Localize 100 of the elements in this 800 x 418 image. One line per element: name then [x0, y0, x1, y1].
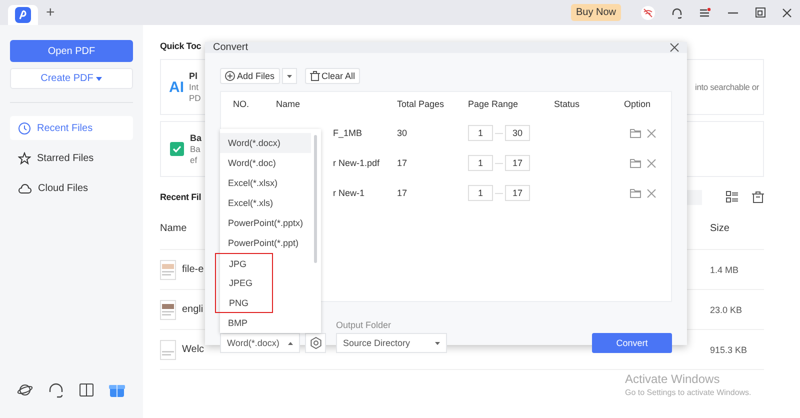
output-format-select[interactable]: Word(*.docx) [220, 333, 300, 353]
sidebar-item[interactable]: Cloud Files [10, 176, 133, 200]
column-header[interactable]: Name [160, 223, 187, 249]
section-title: Recent Fil [160, 192, 202, 202]
settings-button[interactable] [305, 333, 326, 353]
remove-icon[interactable] [647, 188, 656, 198]
file-thumbnail [160, 260, 176, 280]
table-cell-text: F_1MB [332, 128, 364, 138]
star-icon [18, 152, 31, 164]
book-icon[interactable] [79, 383, 94, 397]
menu-item[interactable]: Excel(*.xls) [220, 193, 311, 213]
minimize-icon[interactable] [727, 12, 739, 14]
folder-icon[interactable] [630, 158, 641, 168]
page-from-field[interactable]: 1 [468, 125, 493, 141]
list-view-icon[interactable] [726, 191, 738, 203]
column-header: NO. [233, 99, 250, 109]
card-description: PD [189, 93, 201, 103]
table-cell-text: 17 [397, 158, 408, 168]
column-header: Status [554, 99, 581, 109]
menu-item[interactable]: JPG [215, 253, 273, 273]
new-tab-button[interactable]: + [46, 4, 55, 21]
folder-icon[interactable] [630, 128, 641, 138]
card-description: into searchable or [695, 82, 759, 92]
clear-all-button[interactable]: Clear All [304, 68, 360, 84]
menu-item[interactable]: BMP [220, 313, 311, 333]
file-name[interactable]: file-e [182, 264, 204, 275]
scrollbar[interactable] [314, 135, 317, 263]
buy-now-button[interactable]: Buy Now [570, 4, 621, 21]
caret-icon [286, 74, 292, 78]
card-description: Ba [190, 144, 202, 154]
signal-off-icon[interactable] [641, 6, 655, 20]
app-tab[interactable] [8, 5, 38, 25]
file-thumbnail [160, 300, 176, 320]
checkbox-icon [169, 141, 185, 157]
remove-icon[interactable] [647, 128, 656, 138]
clock-icon [18, 122, 31, 134]
file-size: 23.0 KB [710, 304, 744, 314]
add-files-button[interactable]: Add Files [220, 68, 280, 84]
restore-icon[interactable] [755, 7, 766, 18]
planet-icon[interactable] [17, 382, 33, 398]
column-header: Option [624, 99, 652, 109]
column-header: Total Pages [397, 99, 446, 109]
menu-item[interactable]: PowerPoint(*.ppt) [220, 233, 311, 253]
menu-item[interactable]: Excel(*.xlsx) [220, 173, 311, 193]
dropdown-button[interactable] [282, 68, 297, 84]
headset-icon[interactable] [671, 6, 683, 18]
table-cell-text: r New-1.pdf [332, 158, 381, 168]
gift-icon[interactable] [109, 382, 125, 398]
menu-item[interactable]: Word(*.doc) [220, 153, 311, 173]
output-folder-label: Output Folder [336, 320, 392, 330]
section-title: Quick Toc [160, 41, 202, 51]
cloud-icon [18, 182, 32, 194]
open-pdf-button[interactable]: Open PDF [10, 40, 133, 62]
convert-button[interactable]: Convert [592, 333, 672, 353]
close-icon[interactable] [670, 43, 679, 52]
column-header: Page Range [468, 99, 520, 109]
caret-icon [435, 342, 440, 344]
page-to-field[interactable]: 17 [505, 155, 530, 171]
watermark-title: Activate Windows [625, 372, 721, 386]
table-cell-text: 17 [397, 188, 408, 198]
plus-icon [225, 71, 235, 81]
ai-logo: AI [169, 78, 184, 96]
file-size: 915.3 KB [710, 344, 748, 354]
file-name[interactable]: Welc [182, 344, 204, 355]
file-size: 1.4 MB [710, 264, 740, 274]
table-cell-text: r New-1 [332, 188, 366, 198]
caret-icon [96, 76, 102, 80]
watermark-text: Go to Settings to activate Windows. [625, 388, 752, 397]
dialog-title: Convert [213, 42, 248, 53]
menu-item[interactable]: PowerPoint(*.pptx) [220, 213, 311, 233]
caret-icon [288, 342, 293, 344]
sidebar-item[interactable]: Recent Files [10, 116, 133, 140]
folder-icon[interactable] [630, 188, 641, 198]
menu-icon[interactable] [699, 6, 711, 18]
app-logo-icon [15, 7, 31, 23]
settings-icon [310, 337, 322, 349]
trash-icon [310, 71, 320, 81]
page-to-field[interactable]: 30 [505, 125, 530, 141]
column-header[interactable]: Size [710, 223, 764, 249]
card-description: Int [189, 82, 200, 92]
headset-icon[interactable] [48, 382, 64, 398]
page-from-field[interactable]: 1 [468, 185, 493, 201]
close-icon[interactable] [782, 8, 792, 18]
page-to-field[interactable]: 17 [505, 185, 530, 201]
page-from-field[interactable]: 1 [468, 155, 493, 171]
sidebar-item[interactable]: Starred Files [10, 146, 133, 170]
card-description: ef [190, 155, 198, 165]
card-title: Pl [189, 71, 199, 81]
card-title: Ba [190, 133, 202, 143]
output-folder-select[interactable]: Source Directory [336, 333, 447, 353]
menu-item[interactable]: Word(*.docx) [220, 133, 311, 153]
menu-item[interactable]: JPEG [215, 273, 273, 293]
table-cell-text: 30 [397, 128, 408, 138]
menu-item[interactable]: PNG [215, 293, 273, 313]
create-pdf-button[interactable]: Create PDF [10, 68, 133, 89]
file-name[interactable]: engli [182, 304, 204, 315]
trash-icon[interactable] [752, 191, 764, 203]
file-thumbnail [160, 340, 176, 360]
column-header: Name [276, 99, 302, 109]
remove-icon[interactable] [647, 158, 656, 168]
